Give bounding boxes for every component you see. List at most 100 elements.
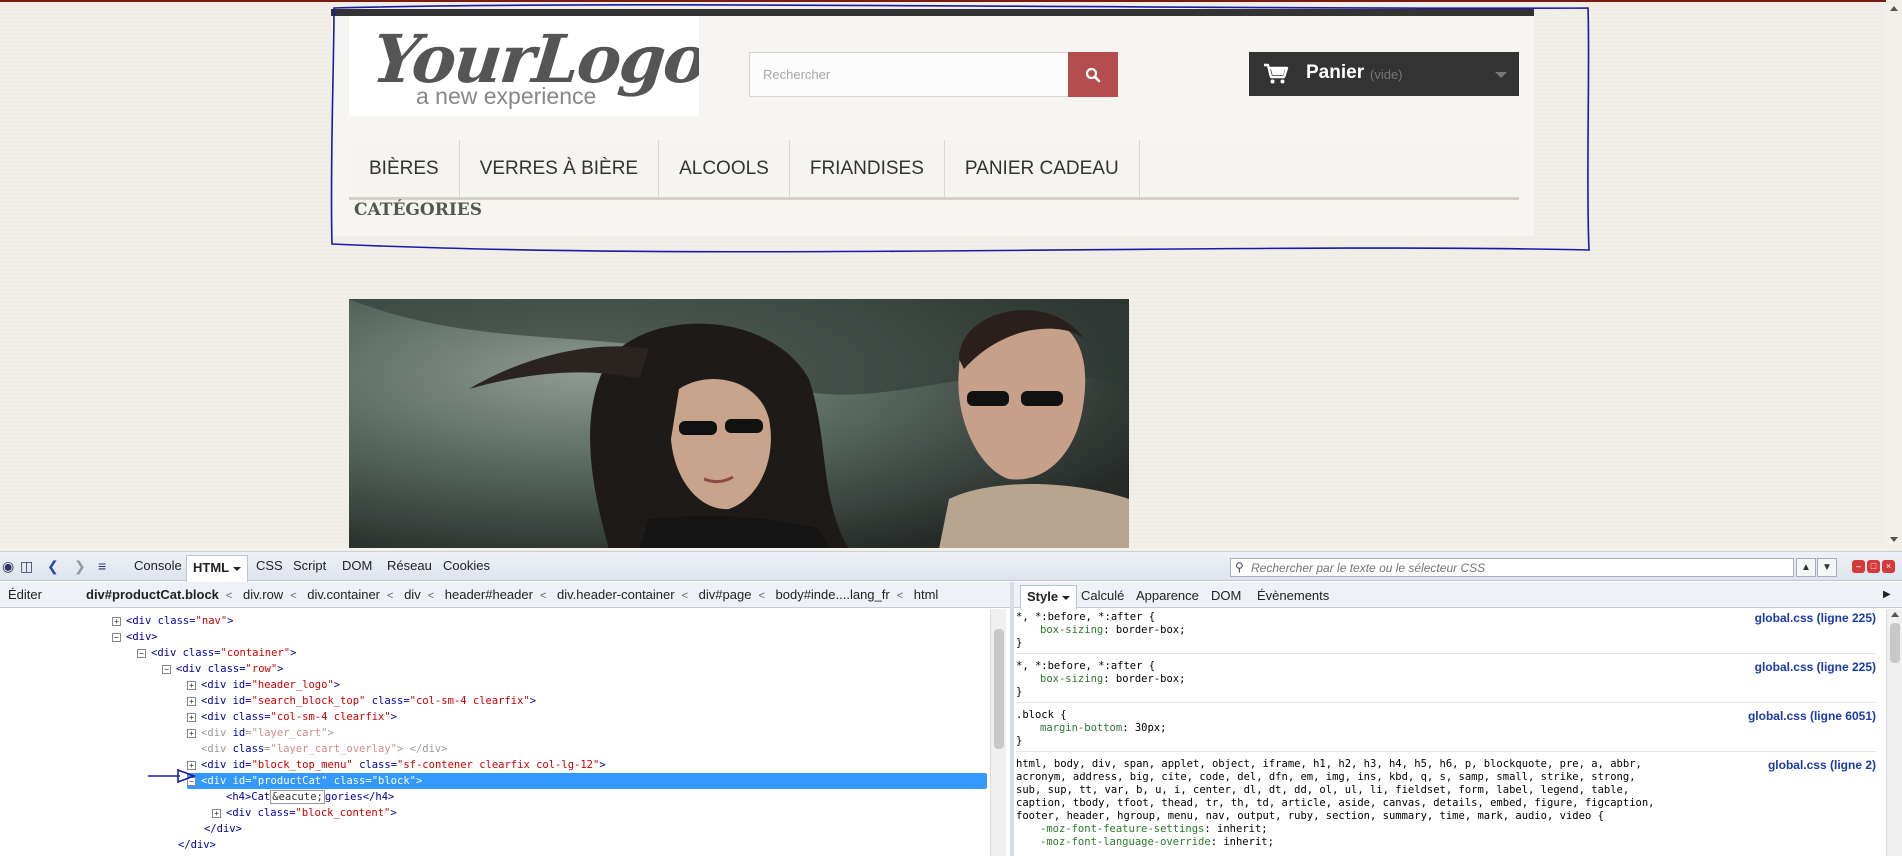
command-line-icon[interactable]: ≡ — [98, 559, 106, 573]
breadcrumb-item[interactable]: div — [404, 587, 421, 602]
html-tree-node[interactable]: + <div class="nav"> — [112, 613, 233, 629]
css-rule[interactable]: *, *:before, *:after { box-sizing: borde… — [1016, 611, 1876, 650]
collapse-icon[interactable]: − — [112, 632, 121, 642]
tab-css[interactable]: CSS — [256, 558, 283, 573]
html-tree-node[interactable]: + <div id="search_block_top" class="col-s… — [187, 693, 536, 709]
annotation-arrow-icon — [148, 769, 197, 783]
scroll-down-arrow-icon[interactable] — [1890, 537, 1898, 542]
top-menu: BIÈRES VERRES À BIÈRE ALCOOLS FRIANDISES… — [349, 140, 1519, 200]
search-button[interactable] — [1068, 52, 1118, 97]
site-logo[interactable]: YourLogo a new experience — [349, 16, 699, 116]
style-panel-scrollbar[interactable] — [1886, 609, 1902, 856]
search-box — [749, 52, 1069, 97]
edit-button[interactable]: Éditer — [8, 587, 42, 602]
back-icon[interactable]: ❮ — [47, 559, 59, 573]
forward-icon[interactable]: ❯ — [74, 559, 86, 573]
expand-icon[interactable]: + — [187, 696, 196, 706]
expand-icon[interactable]: + — [187, 712, 196, 722]
chevron-down-icon[interactable] — [1495, 72, 1507, 78]
collapse-icon[interactable]: − — [162, 664, 171, 674]
side-panel-tabs: Style Calculé Apparence DOM Évènements ▶ — [1014, 582, 1902, 609]
menu-item-verres-a-biere[interactable]: VERRES À BIÈRE — [460, 140, 660, 197]
breadcrumb-item[interactable]: html — [914, 587, 939, 602]
css-source-link[interactable]: global.css (ligne 225) — [1755, 611, 1876, 625]
css-source-link[interactable]: global.css (ligne 6051) — [1748, 709, 1876, 723]
css-rule[interactable]: html, body, div, span, applet, object, i… — [1016, 758, 1876, 849]
html-panel-scrollbar[interactable] — [990, 609, 1006, 856]
categories-title: CATÉGORIES — [354, 200, 483, 220]
menu-item-alcools[interactable]: ALCOOLS — [659, 140, 790, 197]
breadcrumb-item[interactable]: div#productCat.block — [86, 587, 219, 602]
cart-status: (vide) — [1370, 67, 1403, 82]
page-scrollbar[interactable] — [1886, 0, 1902, 548]
tab-reseau[interactable]: Réseau — [387, 558, 432, 573]
tab-dom-side[interactable]: DOM — [1211, 588, 1241, 603]
html-tree-node[interactable]: + <div class="block_content"> — [212, 805, 397, 821]
breadcrumb-item[interactable]: header#header — [445, 587, 533, 602]
css-search-box: ⚲ — [1230, 558, 1794, 577]
banner-illustration — [349, 299, 1129, 548]
tab-html-label: HTML — [193, 560, 230, 575]
web-page: YourLogo a new experience Panier (vide) … — [0, 0, 1902, 548]
html-tree-node[interactable]: </div> — [178, 837, 216, 853]
chevron-down-icon — [1062, 595, 1071, 600]
css-rule[interactable]: .block { margin-bottom: 30px; } global.c… — [1016, 709, 1876, 748]
tab-console[interactable]: Console — [134, 558, 182, 573]
tab-script[interactable]: Script — [293, 558, 326, 573]
css-source-link[interactable]: global.css (ligne 225) — [1755, 660, 1876, 674]
html-tree-node[interactable]: + <div id="header_logo"> — [187, 677, 340, 693]
cart-label: Panier — [1306, 62, 1365, 83]
html-tree-node[interactable]: + <div id="block_top_menu" class="sf-cont… — [187, 757, 606, 773]
menu-item-panier-cadeau[interactable]: PANIER CADEAU — [945, 140, 1140, 197]
side-panel-menu-icon[interactable]: ▶ — [1883, 589, 1891, 600]
tab-calcule[interactable]: Calculé — [1081, 588, 1124, 603]
cart-block[interactable]: Panier (vide) — [1249, 52, 1519, 96]
menu-item-friandises[interactable]: FRIANDISES — [790, 140, 945, 197]
expand-icon[interactable]: + — [187, 728, 196, 738]
tab-apparence[interactable]: Apparence — [1136, 588, 1199, 603]
css-search-input[interactable] — [1231, 559, 1793, 576]
tab-html[interactable]: HTML — [186, 555, 249, 582]
firebug-icon[interactable]: ◉ — [2, 559, 14, 573]
tab-evenements[interactable]: Évènements — [1257, 588, 1329, 603]
hero-banner-image[interactable] — [349, 299, 1129, 548]
expand-icon[interactable]: + — [212, 808, 221, 818]
html-tree-node[interactable]: + <div id="layer_cart"> — [187, 725, 334, 741]
entity-editor[interactable]: &eacute; — [270, 790, 325, 804]
close-devtools-button[interactable]: × — [1882, 560, 1895, 573]
html-tree-node[interactable]: <h4>Cat &eacute; gories</h4> — [226, 789, 394, 805]
html-tree-node[interactable]: <div class="layer_cart_overlay"> </div> — [201, 741, 448, 757]
html-tree-node-selected[interactable]: − <div id="productCat" class="block"> — [187, 773, 987, 789]
html-tree-node[interactable]: − <div class="container"> — [137, 645, 296, 661]
tab-dom[interactable]: DOM — [342, 558, 372, 573]
breadcrumb-item[interactable]: div#page — [699, 587, 752, 602]
firebug-devtools: ◉ ◫ ❮ ❯ ≡ Console HTML CSS Script DOM Ré… — [0, 551, 1902, 856]
scroll-up-arrow-icon[interactable] — [1890, 6, 1898, 11]
html-tree-node[interactable]: </div> — [204, 821, 242, 837]
css-rule[interactable]: *, *:before, *:after { box-sizing: borde… — [1016, 660, 1876, 699]
tab-style[interactable]: Style — [1020, 585, 1078, 609]
search-icon: ⚲ — [1235, 560, 1244, 574]
expand-icon[interactable]: + — [112, 616, 121, 626]
breadcrumb-item[interactable]: div.row — [243, 587, 283, 602]
search-input[interactable] — [750, 53, 1069, 96]
css-style-panel: *, *:before, *:after { box-sizing: borde… — [1014, 609, 1886, 856]
css-source-link[interactable]: global.css (ligne 2) — [1768, 758, 1876, 772]
inspect-icon[interactable]: ◫ — [20, 559, 33, 573]
html-tree-node[interactable]: − <div class="row"> — [162, 661, 283, 677]
menu-item-bieres[interactable]: BIÈRES — [349, 140, 460, 197]
search-prev-button[interactable]: ▲ — [1796, 558, 1816, 577]
html-tree-node[interactable]: + <div class="col-sm-4 clearfix"> — [187, 709, 397, 725]
minimize-devtools-button[interactable]: – — [1852, 560, 1865, 573]
html-tree-node[interactable]: − <div> — [112, 629, 158, 645]
expand-icon[interactable]: + — [187, 680, 196, 690]
tab-cookies[interactable]: Cookies — [443, 558, 490, 573]
breadcrumb-item[interactable]: body#inde....lang_fr — [776, 587, 890, 602]
breadcrumb-item[interactable]: div.container — [307, 587, 380, 602]
search-next-button[interactable]: ▼ — [1817, 558, 1837, 577]
detach-devtools-button[interactable]: □ — [1867, 560, 1880, 573]
breadcrumb-item[interactable]: div.header-container — [557, 587, 675, 602]
collapse-icon[interactable]: − — [137, 648, 146, 658]
chevron-down-icon — [233, 566, 242, 571]
html-breadcrumb-bar: Éditer div#productCat.block < div.row < di… — [0, 582, 1010, 608]
